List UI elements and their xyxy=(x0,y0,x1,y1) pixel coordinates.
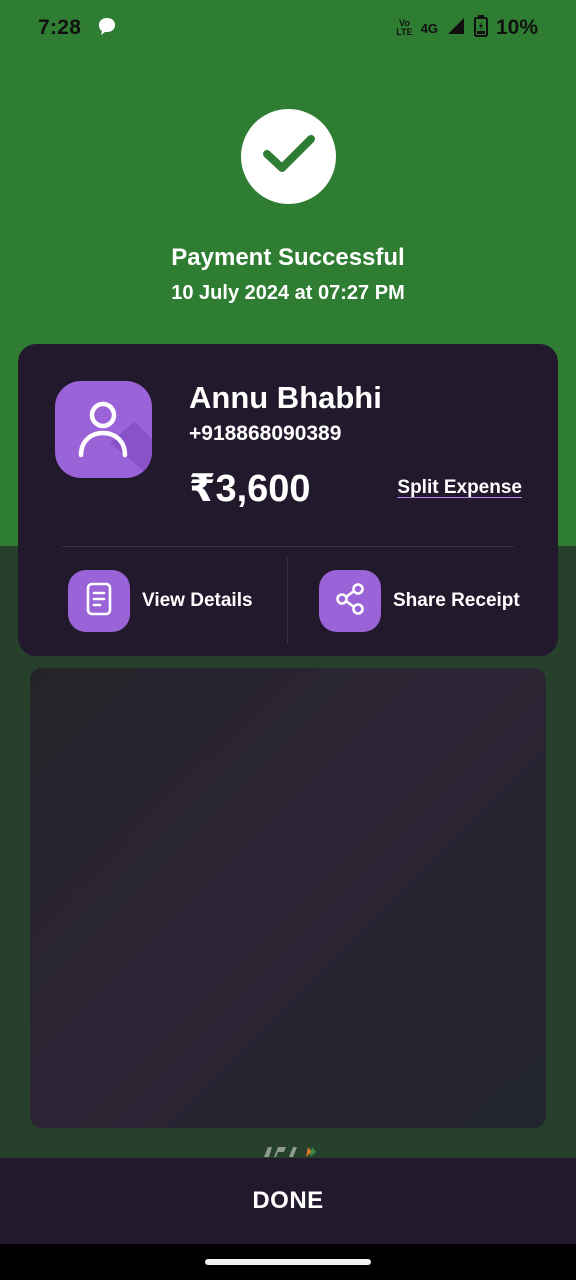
status-left: 7:28 xyxy=(38,16,117,41)
status-right: Vo LTE 4G 10% xyxy=(396,14,538,42)
view-details-button[interactable]: View Details xyxy=(68,570,253,632)
payee-phone: +918868090389 xyxy=(189,422,342,445)
volte-bottom: LTE xyxy=(396,27,413,37)
status-time: 7:28 xyxy=(38,16,82,39)
battery-icon xyxy=(473,14,488,42)
share-receipt-label: Share Receipt xyxy=(393,590,520,611)
share-receipt-icon-box xyxy=(319,570,381,632)
signal-icon xyxy=(446,16,466,41)
upi-logo xyxy=(262,1142,322,1158)
done-label: DONE xyxy=(252,1187,324,1214)
check-icon xyxy=(261,132,317,181)
payment-datetime: 10 July 2024 at 07:27 PM xyxy=(171,282,405,304)
battery-percent: 10% xyxy=(495,16,538,39)
share-icon xyxy=(334,582,366,621)
network-type: 4G xyxy=(420,20,438,36)
success-check xyxy=(241,109,336,204)
document-icon xyxy=(84,582,114,621)
promo-banner[interactable] xyxy=(30,668,546,1128)
share-receipt-button[interactable]: Share Receipt xyxy=(319,570,520,632)
view-details-icon-box xyxy=(68,570,130,632)
actions-divider xyxy=(287,558,288,644)
avatar xyxy=(55,381,152,478)
view-details-label: View Details xyxy=(142,590,253,611)
payment-card: Annu Bhabhi +918868090389 ₹3,600 Split E… xyxy=(18,344,558,656)
page-title: Payment Successful xyxy=(171,244,405,271)
payee-name: Annu Bhabhi xyxy=(189,380,382,415)
split-expense-link[interactable]: Split Expense xyxy=(397,477,522,499)
system-nav-bar xyxy=(0,1244,576,1280)
card-divider xyxy=(62,546,514,547)
message-icon xyxy=(97,16,117,41)
volte-indicator: Vo LTE xyxy=(396,19,412,37)
status-bar: 7:28 Vo LTE 4G 10% xyxy=(0,0,576,56)
done-button[interactable]: DONE xyxy=(0,1158,576,1244)
person-icon xyxy=(55,401,152,478)
home-indicator[interactable] xyxy=(205,1259,371,1265)
payment-amount: ₹3,600 xyxy=(189,468,311,510)
